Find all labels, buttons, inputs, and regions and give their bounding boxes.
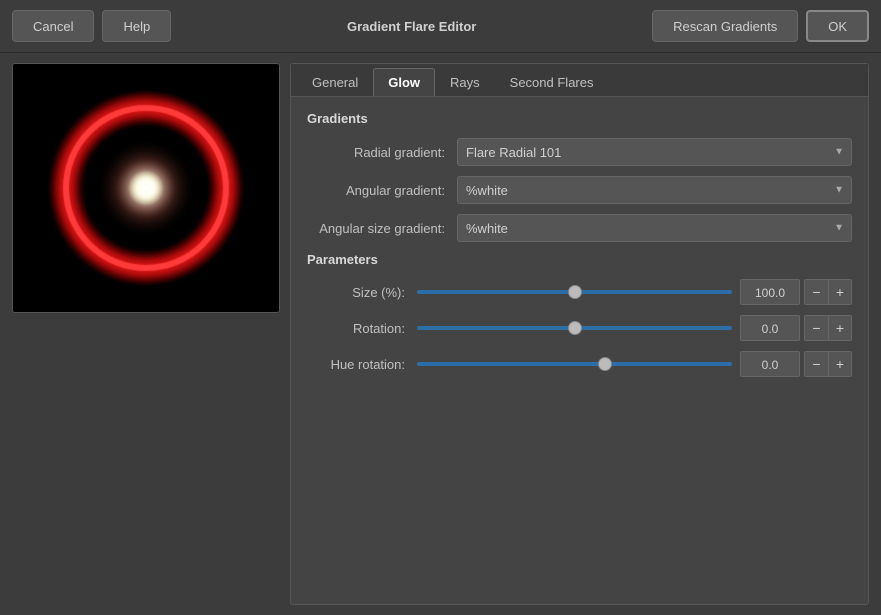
tabs-bar: General Glow Rays Second Flares xyxy=(291,64,868,97)
preview-canvas xyxy=(13,64,279,312)
size-slider[interactable] xyxy=(417,290,732,294)
right-panel: General Glow Rays Second Flares Gradient… xyxy=(290,63,869,605)
rotation-decrement-button[interactable]: − xyxy=(804,315,828,341)
size-label: Size (%): xyxy=(307,285,417,300)
radial-gradient-label: Radial gradient: xyxy=(307,145,457,160)
rotation-slider[interactable] xyxy=(417,326,732,330)
hue-value: 0.0 xyxy=(740,351,800,377)
radial-gradient-dropdown-container: Flare Radial 101 ▼ xyxy=(457,138,852,166)
ok-button[interactable]: OK xyxy=(806,10,869,42)
gradients-header: Gradients xyxy=(307,111,852,126)
size-decrement-button[interactable]: − xyxy=(804,279,828,305)
rotation-value: 0.0 xyxy=(740,315,800,341)
tab-glow[interactable]: Glow xyxy=(373,68,435,96)
tab-content: Gradients Radial gradient: Flare Radial … xyxy=(291,97,868,604)
angular-size-gradient-row: Angular size gradient: %white ▼ xyxy=(307,214,852,242)
toolbar-title: Gradient Flare Editor xyxy=(179,19,644,34)
size-increment-button[interactable]: + xyxy=(828,279,852,305)
radial-gradient-select[interactable]: Flare Radial 101 xyxy=(457,138,852,166)
angular-gradient-label: Angular gradient: xyxy=(307,183,457,198)
rotation-btn-group: − + xyxy=(804,315,852,341)
cancel-button[interactable]: Cancel xyxy=(12,10,94,42)
tab-second-flares[interactable]: Second Flares xyxy=(495,68,609,96)
main-content: General Glow Rays Second Flares Gradient… xyxy=(0,53,881,615)
angular-size-gradient-label: Angular size gradient: xyxy=(307,221,457,236)
size-value: 100.0 xyxy=(740,279,800,305)
angular-size-gradient-select[interactable]: %white xyxy=(457,214,852,242)
angular-gradient-select[interactable]: %white xyxy=(457,176,852,204)
hue-row: Hue rotation: 0.0 − + xyxy=(307,351,852,377)
preview-panel xyxy=(12,63,280,313)
hue-label: Hue rotation: xyxy=(307,357,417,372)
radial-gradient-row: Radial gradient: Flare Radial 101 ▼ xyxy=(307,138,852,166)
rotation-slider-container xyxy=(417,318,732,338)
hue-slider-container xyxy=(417,354,732,374)
parameters-header: Parameters xyxy=(307,252,852,267)
angular-size-gradient-dropdown-container: %white ▼ xyxy=(457,214,852,242)
parameters-section: Parameters Size (%): 100.0 − + Rotation: xyxy=(307,252,852,377)
rotation-label: Rotation: xyxy=(307,321,417,336)
size-slider-container xyxy=(417,282,732,302)
rotation-row: Rotation: 0.0 − + xyxy=(307,315,852,341)
hue-increment-button[interactable]: + xyxy=(828,351,852,377)
angular-gradient-dropdown-container: %white ▼ xyxy=(457,176,852,204)
hue-slider[interactable] xyxy=(417,362,732,366)
help-button[interactable]: Help xyxy=(102,10,171,42)
tab-rays[interactable]: Rays xyxy=(435,68,495,96)
hue-btn-group: − + xyxy=(804,351,852,377)
tab-general[interactable]: General xyxy=(297,68,373,96)
hue-decrement-button[interactable]: − xyxy=(804,351,828,377)
angular-gradient-row: Angular gradient: %white ▼ xyxy=(307,176,852,204)
rescan-button[interactable]: Rescan Gradients xyxy=(652,10,798,42)
size-row: Size (%): 100.0 − + xyxy=(307,279,852,305)
rotation-increment-button[interactable]: + xyxy=(828,315,852,341)
toolbar: Cancel Help Gradient Flare Editor Rescan… xyxy=(0,0,881,53)
size-btn-group: − + xyxy=(804,279,852,305)
